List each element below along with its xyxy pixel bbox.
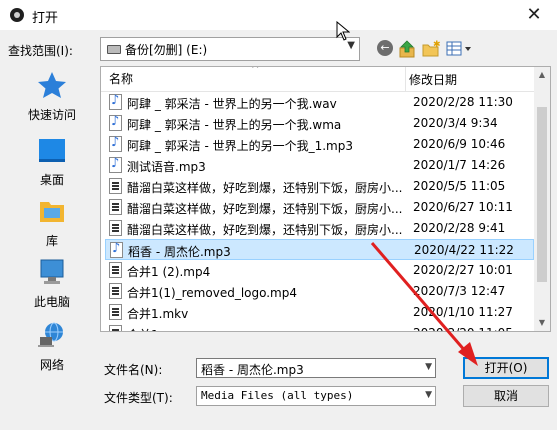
audio-file-icon bbox=[109, 93, 122, 110]
file-date: 2020/6/9 10:46 bbox=[413, 137, 506, 151]
file-name: 合并1(1)_removed_logo.mp4 bbox=[127, 286, 297, 300]
new-folder-button[interactable]: ✱ bbox=[421, 39, 441, 59]
file-row[interactable]: 阿肆 _ 郭采洁 - 世界上的另一个我_1.mp3 2020/6/9 10:46 bbox=[105, 134, 534, 155]
look-in-label: 查找范围(I): bbox=[8, 44, 73, 58]
sort-up-icon: ^ bbox=[251, 66, 260, 75]
chevron-down-icon: ▼ bbox=[425, 390, 432, 400]
column-header-name[interactable]: ^ 名称 bbox=[105, 67, 406, 91]
up-folder-icon bbox=[399, 40, 415, 58]
cancel-button[interactable]: 取消 bbox=[463, 385, 549, 407]
svg-text:✱: ✱ bbox=[433, 40, 441, 50]
chevron-down-icon[interactable]: ▼ bbox=[425, 362, 432, 372]
library-icon bbox=[40, 202, 64, 222]
file-date: 2020/5/5 11:05 bbox=[413, 179, 506, 193]
back-button[interactable]: ← bbox=[376, 39, 396, 59]
look-in-value: 备份[勿删] (E:) bbox=[125, 43, 208, 57]
place-label: 快速访问 bbox=[27, 108, 76, 122]
computer-icon bbox=[40, 259, 64, 284]
desktop-icon bbox=[39, 139, 65, 162]
file-date: 2020/1/7 14:26 bbox=[413, 158, 506, 172]
file-name: 合并1.mov bbox=[127, 326, 405, 331]
scroll-thumb[interactable] bbox=[537, 107, 547, 282]
audio-file-icon bbox=[110, 241, 123, 258]
place-label: 桌面 bbox=[39, 173, 64, 187]
video-file-icon bbox=[109, 304, 122, 320]
star-icon bbox=[38, 72, 66, 98]
file-row[interactable]: 稻香 - 周杰伦.mp3 2020/4/22 11:22 bbox=[105, 239, 534, 260]
video-file-icon bbox=[109, 220, 122, 236]
file-date: 2020/2/20 11:05 bbox=[413, 326, 513, 331]
file-row[interactable]: 合并1 (2).mp4 2020/2/27 10:01 bbox=[105, 260, 534, 281]
title-bar: 打开 ✕ bbox=[0, 0, 557, 30]
window-title: 打开 bbox=[32, 11, 59, 26]
view-grid-icon bbox=[446, 41, 471, 56]
video-file-icon bbox=[109, 283, 122, 299]
file-row[interactable]: 醋溜白菜这样做，好吃到爆，还特别下饭，厨房小... 2020/2/28 9:41 bbox=[105, 218, 534, 239]
video-file-icon bbox=[109, 262, 122, 278]
filename-label: 文件名(N): bbox=[104, 363, 163, 377]
look-in-dropdown[interactable]: 备份[勿删] (E:) ▼ bbox=[100, 37, 360, 61]
file-list[interactable]: ^ 名称 修改日期 阿肆 _ 郭采洁 - 世界上的另一个我.wav 2020/2/… bbox=[100, 66, 551, 332]
file-row[interactable]: 测试语音.mp3 2020/1/7 14:26 bbox=[105, 155, 534, 176]
file-row[interactable]: 合并1(1)_removed_logo.mp4 2020/7/3 12:47 bbox=[105, 281, 534, 302]
filename-input[interactable]: 稻香 - 周杰伦.mp3 ▼ bbox=[196, 358, 436, 378]
audio-file-icon bbox=[109, 156, 122, 173]
filetype-select[interactable]: Media Files (all types) ▼ bbox=[196, 386, 436, 406]
vertical-scrollbar[interactable]: ▲ ▼ bbox=[534, 67, 550, 331]
open-button[interactable]: 打开(O) bbox=[463, 357, 549, 379]
file-date: 2020/7/3 12:47 bbox=[413, 284, 506, 298]
file-name: 醋溜白菜这样做，好吃到爆，还特别下饭，厨房小... bbox=[127, 202, 403, 216]
mouse-cursor-icon bbox=[336, 21, 350, 41]
place-label: 此电脑 bbox=[33, 295, 70, 309]
network-icon bbox=[38, 322, 63, 347]
filetype-value: Media Files (all types) bbox=[201, 389, 354, 402]
file-name: 稻香 - 周杰伦.mp3 bbox=[128, 245, 231, 259]
view-menu-button[interactable] bbox=[445, 39, 473, 59]
up-folder-button[interactable] bbox=[398, 39, 418, 59]
file-date: 2020/1/10 11:27 bbox=[413, 305, 513, 319]
file-name: 阿肆 _ 郭采洁 - 世界上的另一个我.wav bbox=[127, 97, 337, 111]
file-date: 2020/6/27 10:11 bbox=[413, 200, 513, 214]
file-name: 醋溜白菜这样做，好吃到爆，还特别下饭，厨房小... bbox=[127, 223, 403, 237]
file-name: 醋溜白菜这样做，好吃到爆，还特别下饭，厨房小... bbox=[127, 181, 403, 195]
list-header: ^ 名称 修改日期 bbox=[101, 67, 534, 92]
scroll-up-icon[interactable]: ▲ bbox=[534, 67, 550, 83]
filetype-label: 文件类型(T): bbox=[104, 391, 173, 405]
file-date: 2020/2/28 9:41 bbox=[413, 221, 506, 235]
file-date: 2020/2/28 11:30 bbox=[413, 95, 513, 109]
filename-value: 稻香 - 周杰伦.mp3 bbox=[201, 363, 304, 377]
chevron-down-icon: ▼ bbox=[347, 40, 355, 51]
drive-icon bbox=[107, 45, 121, 54]
column-header-date[interactable]: 修改日期 bbox=[409, 71, 457, 88]
file-row[interactable]: 阿肆 _ 郭采洁 - 世界上的另一个我.wma 2020/3/4 9:34 bbox=[105, 113, 534, 134]
app-icon bbox=[10, 8, 24, 22]
place-label: 库 bbox=[45, 234, 58, 248]
file-name: 阿肆 _ 郭采洁 - 世界上的另一个我.wma bbox=[127, 118, 342, 132]
file-name: 合并1 (2).mp4 bbox=[127, 265, 211, 279]
audio-file-icon bbox=[109, 135, 122, 152]
video-file-icon bbox=[109, 325, 122, 331]
file-name: 阿肆 _ 郭采洁 - 世界上的另一个我_1.mp3 bbox=[127, 139, 353, 153]
file-row[interactable]: 醋溜白菜这样做，好吃到爆，还特别下饭，厨房小... 2020/6/27 10:11 bbox=[105, 197, 534, 218]
close-button[interactable]: ✕ bbox=[511, 0, 557, 30]
file-name: 测试语音.mp3 bbox=[127, 160, 206, 174]
video-file-icon bbox=[109, 178, 122, 194]
file-date: 2020/4/22 11:22 bbox=[414, 243, 514, 257]
place-label: 网络 bbox=[39, 358, 64, 372]
file-row[interactable]: 醋溜白菜这样做，好吃到爆，还特别下饭，厨房小... 2020/5/5 11:05 bbox=[105, 176, 534, 197]
back-arrow-icon: ← bbox=[377, 40, 393, 56]
file-date: 2020/2/27 10:01 bbox=[413, 263, 513, 277]
scroll-down-icon[interactable]: ▼ bbox=[534, 315, 550, 331]
file-name: 合并1.mkv bbox=[127, 307, 189, 321]
video-file-icon bbox=[109, 199, 122, 215]
file-row[interactable]: 合并1.mov 2020/2/20 11:05 bbox=[105, 323, 534, 331]
new-folder-icon: ✱ bbox=[422, 40, 441, 57]
file-date: 2020/3/4 9:34 bbox=[413, 116, 498, 130]
file-row[interactable]: 阿肆 _ 郭采洁 - 世界上的另一个我.wav 2020/2/28 11:30 bbox=[105, 92, 534, 113]
file-row[interactable]: 合并1.mkv 2020/1/10 11:27 bbox=[105, 302, 534, 323]
audio-file-icon bbox=[109, 114, 122, 131]
